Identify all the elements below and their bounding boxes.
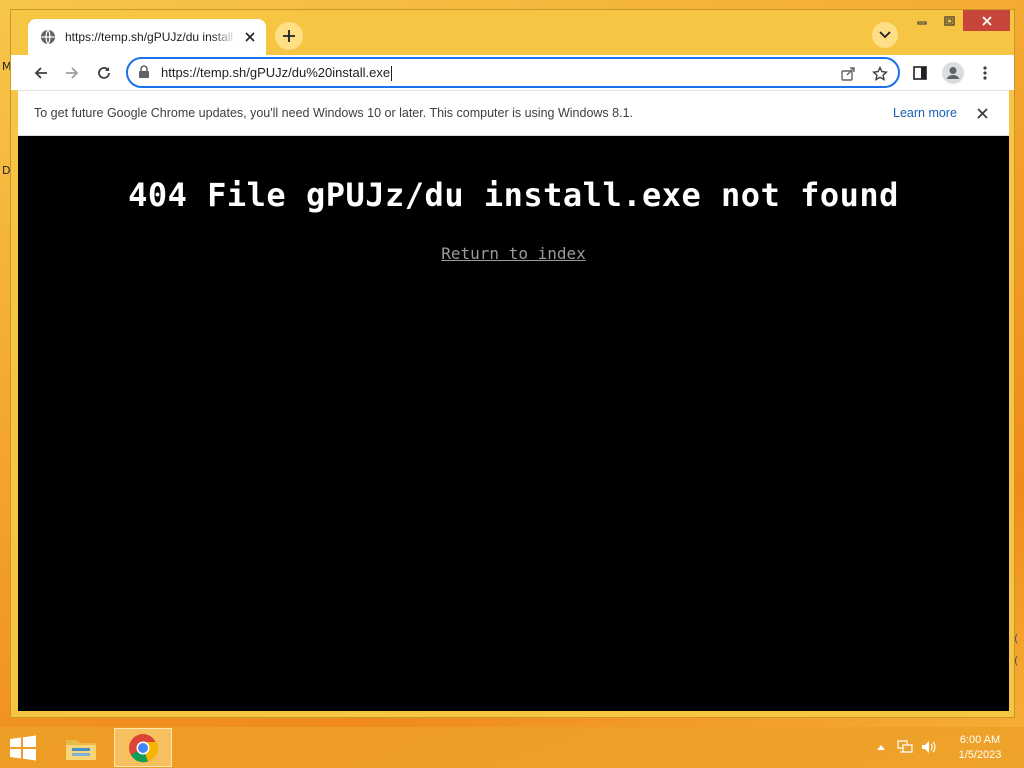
back-arrow-icon (34, 67, 47, 79)
star-icon[interactable] (870, 64, 890, 84)
chevron-up-icon (877, 745, 885, 750)
taskbar-file-explorer[interactable] (52, 728, 110, 767)
kebab-menu-icon (983, 66, 987, 80)
page-title: 404 File gPUJz/du install.exe not found (128, 176, 899, 214)
maximize-icon (943, 15, 955, 26)
taskbar-clock[interactable]: 6:00 AM 1/5/2023 (950, 733, 1010, 763)
forward-button[interactable] (58, 59, 86, 87)
minimize-button[interactable] (909, 10, 935, 31)
share-icon[interactable] (838, 64, 858, 84)
lock-icon[interactable] (138, 65, 150, 84)
close-icon (981, 15, 992, 26)
address-bar[interactable]: https://temp.sh/gPUJz/du%20install.exe (126, 57, 900, 88)
browser-toolbar: https://temp.sh/gPUJz/du%20install.exe (11, 55, 1014, 90)
learn-more-link[interactable]: Learn more (893, 106, 957, 120)
menu-button[interactable] (971, 59, 999, 87)
side-panel-icon (913, 66, 927, 80)
plus-icon (283, 30, 295, 42)
new-tab-button[interactable] (275, 22, 303, 50)
windows-logo-icon (10, 735, 36, 761)
forward-arrow-icon (66, 67, 79, 79)
profile-button[interactable] (939, 59, 967, 87)
window-close-button[interactable] (963, 10, 1010, 31)
close-icon[interactable] (974, 105, 990, 121)
globe-icon (40, 29, 56, 45)
minimize-icon (917, 21, 927, 24)
return-to-index-link[interactable]: Return to index (18, 244, 1009, 263)
folder-icon (66, 739, 96, 760)
taskbar-chrome[interactable] (114, 728, 172, 767)
profile-icon (942, 62, 964, 84)
update-infobar: To get future Google Chrome updates, you… (18, 90, 1009, 136)
chrome-icon (129, 733, 158, 762)
maximize-button[interactable] (936, 10, 962, 31)
chrome-window: https://temp.sh/gPUJz/du install.exe htt… (10, 9, 1015, 718)
volume-icon[interactable] (920, 739, 938, 755)
start-button[interactable] (8, 735, 40, 761)
network-icon[interactable] (896, 739, 914, 755)
side-panel-button[interactable] (906, 59, 934, 87)
tab-title: https://temp.sh/gPUJz/du install.exe (65, 30, 237, 44)
back-button[interactable] (27, 59, 55, 87)
taskbar: 6:00 AM 1/5/2023 (0, 727, 1024, 768)
chevron-down-icon (879, 31, 891, 39)
url-input[interactable]: https://temp.sh/gPUJz/du%20install.exe (161, 59, 801, 86)
show-hidden-icons-button[interactable] (875, 739, 887, 755)
close-icon[interactable] (242, 29, 258, 45)
clock-date: 1/5/2023 (958, 749, 1002, 761)
clock-time: 6:00 AM (959, 734, 1001, 746)
tab-search-button[interactable] (872, 22, 898, 48)
infobar-message: To get future Google Chrome updates, you… (34, 106, 633, 120)
browser-tab[interactable]: https://temp.sh/gPUJz/du install.exe (28, 19, 266, 55)
title-bar: https://temp.sh/gPUJz/du install.exe (11, 10, 1014, 55)
reload-icon (98, 67, 110, 79)
page-content: 404 File gPUJz/du install.exe not found … (18, 136, 1009, 711)
reload-button[interactable] (90, 59, 118, 87)
